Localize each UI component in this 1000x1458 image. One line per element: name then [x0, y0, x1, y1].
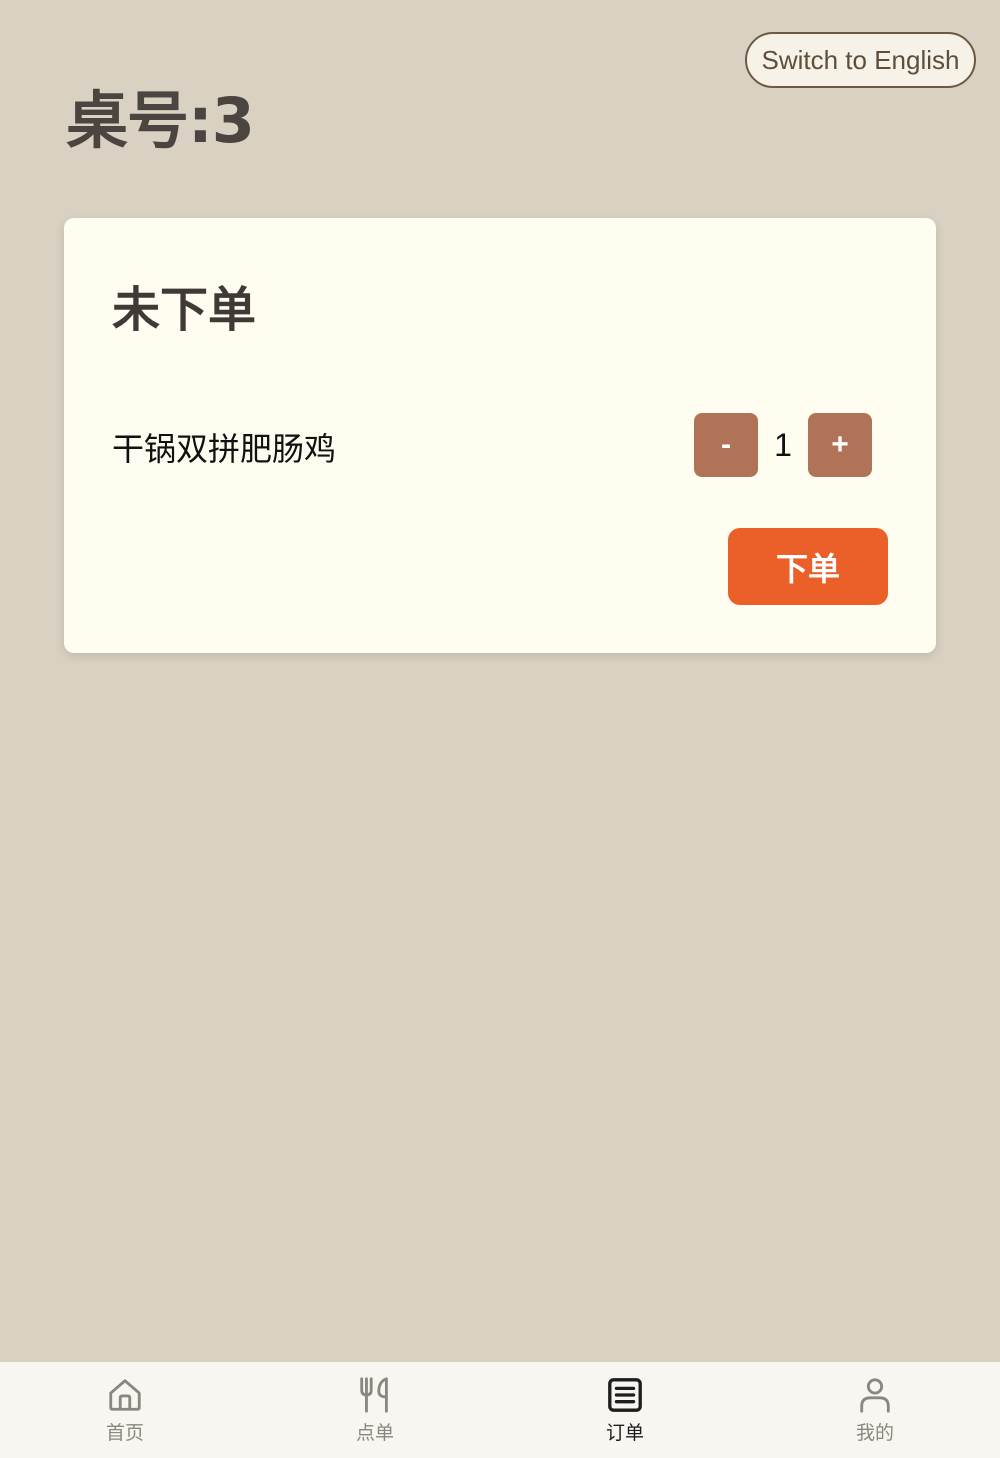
tab-profile[interactable]: 我的 [750, 1362, 1000, 1458]
increase-quantity-button[interactable]: + [808, 413, 872, 477]
order-card: 未下单 干锅双拼肥肠鸡 - 1 + 下单 [64, 218, 936, 653]
bottom-tab-bar: 首页 点单 订单 我的 [0, 1362, 1000, 1458]
order-page: Switch to English 桌号:3 未下单 干锅双拼肥肠鸡 - 1 +… [0, 0, 1000, 1458]
fork-knife-icon [356, 1376, 394, 1414]
tab-label: 点单 [355, 1422, 394, 1444]
table-number-title: 桌号:3 [66, 84, 255, 157]
tab-home[interactable]: 首页 [0, 1362, 250, 1458]
order-item-name: 干锅双拼肥肠鸡 [112, 430, 337, 468]
item-quantity: 1 [774, 427, 792, 463]
order-list-icon [606, 1376, 644, 1414]
home-icon [106, 1376, 144, 1414]
user-icon [856, 1376, 894, 1414]
place-order-button[interactable]: 下单 [728, 528, 888, 605]
tab-label: 订单 [605, 1422, 644, 1444]
order-status-title: 未下单 [112, 282, 257, 338]
tab-label: 首页 [105, 1422, 144, 1444]
decrease-quantity-button[interactable]: - [694, 413, 758, 477]
tab-label: 我的 [855, 1422, 894, 1444]
tab-orders[interactable]: 订单 [500, 1362, 750, 1458]
switch-language-button[interactable]: Switch to English [745, 32, 976, 88]
tab-menu[interactable]: 点单 [250, 1362, 500, 1458]
